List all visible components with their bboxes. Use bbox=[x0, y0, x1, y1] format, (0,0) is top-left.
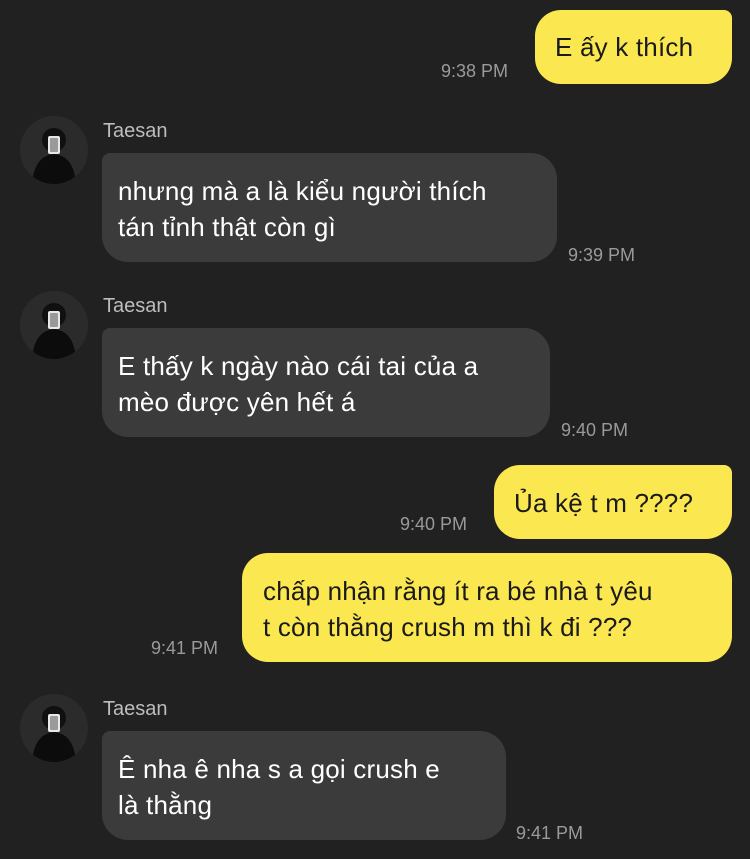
message-text-line: nhưng mà a là kiểu người thích bbox=[118, 176, 487, 206]
message-text-line: E thấy k ngày nào cái tai của a bbox=[118, 351, 479, 381]
message-timestamp: 9:41 PM bbox=[151, 638, 219, 658]
message-text-line: Ê nha ê nha s a gọi crush e bbox=[118, 754, 440, 784]
message-timestamp: 9:38 PM bbox=[441, 61, 509, 81]
message-timestamp: 9:39 PM bbox=[568, 245, 636, 265]
message-timestamp: 9:40 PM bbox=[400, 514, 468, 534]
profile-photo-icon bbox=[20, 291, 88, 359]
incoming-message-bubble[interactable]: nhưng mà a là kiểu người thích tán tỉnh … bbox=[102, 153, 557, 262]
profile-photo-icon bbox=[20, 694, 88, 762]
message-text-line: t còn thằng crush m thì k đi ??? bbox=[263, 612, 633, 642]
message-timestamp: 9:41 PM bbox=[516, 823, 584, 843]
message-text-line: là thằng bbox=[118, 790, 213, 820]
sender-name: Taesan bbox=[103, 698, 168, 720]
message-text-line: E ấy k thích bbox=[555, 32, 694, 62]
chat-thread: E ấy k thích 9:38 PM Taesan nhưng mà a l… bbox=[0, 0, 750, 859]
message-text-line: tán tỉnh thật còn gì bbox=[118, 212, 336, 242]
outgoing-message-bubble[interactable]: E ấy k thích bbox=[535, 10, 732, 84]
sender-avatar[interactable] bbox=[20, 291, 88, 359]
sender-avatar[interactable] bbox=[20, 694, 88, 762]
incoming-message-bubble[interactable]: E thấy k ngày nào cái tai của a mèo được… bbox=[102, 328, 550, 437]
profile-photo-icon bbox=[20, 116, 88, 184]
sender-avatar[interactable] bbox=[20, 116, 88, 184]
outgoing-message-bubble[interactable]: Ủa kệ t m ???? bbox=[494, 465, 732, 539]
incoming-message-bubble[interactable]: Ê nha ê nha s a gọi crush e là thằng bbox=[102, 731, 506, 840]
outgoing-message-bubble[interactable]: chấp nhận rằng ít ra bé nhà t yêu t còn … bbox=[242, 553, 732, 662]
message-text-line: Ủa kệ t m ???? bbox=[514, 488, 694, 518]
sender-name: Taesan bbox=[103, 120, 168, 142]
sender-name: Taesan bbox=[103, 295, 168, 317]
message-timestamp: 9:40 PM bbox=[561, 420, 629, 440]
message-text-line: chấp nhận rằng ít ra bé nhà t yêu bbox=[263, 576, 653, 606]
message-text-line: mèo được yên hết á bbox=[118, 387, 356, 417]
